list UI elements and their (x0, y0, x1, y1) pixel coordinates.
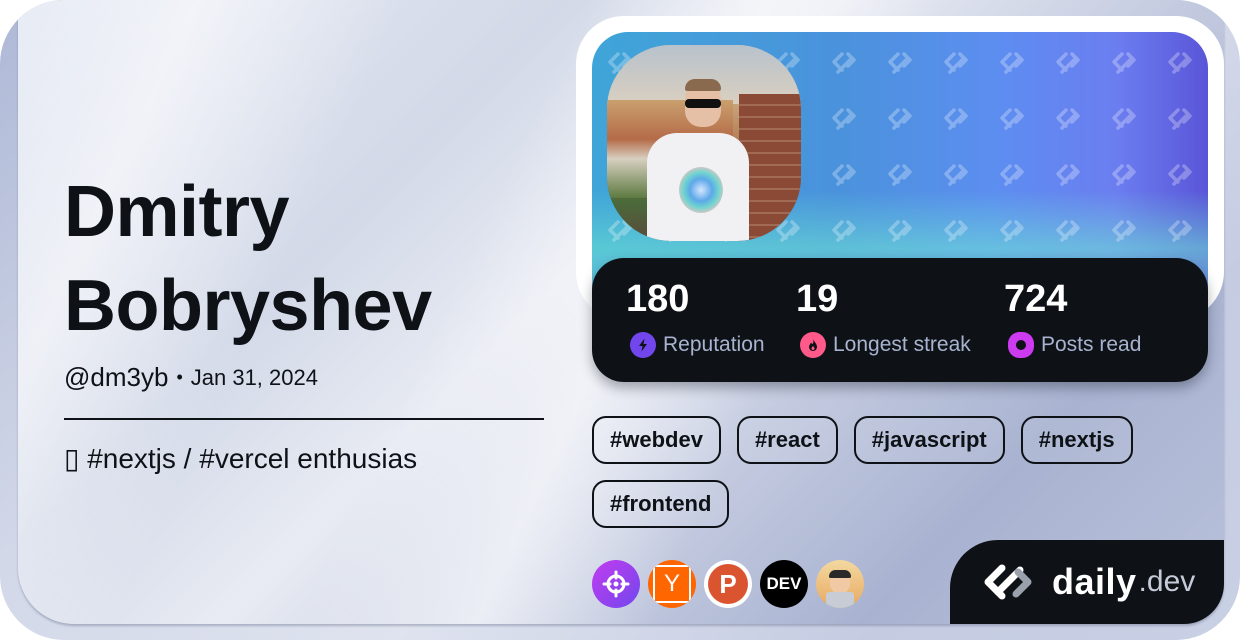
eye-icon (1008, 332, 1034, 358)
stat-value: 19 (796, 278, 839, 320)
flame-icon (800, 332, 826, 358)
username: @dm3yb (64, 362, 169, 392)
meta-separator: • (176, 367, 183, 387)
y-combinator-icon[interactable]: Y (648, 560, 696, 608)
brand-suffix: .dev (1138, 565, 1196, 598)
tag-frontend[interactable]: #frontend (592, 480, 730, 528)
tag-webdev[interactable]: #webdev (592, 416, 721, 464)
stat-label: Longest streak (833, 333, 971, 356)
stat-value: 180 (626, 278, 690, 320)
last-name: Bobryshev (64, 266, 432, 346)
first-name: Dmitry (64, 172, 290, 252)
product-hunt-icon[interactable]: P (704, 560, 752, 608)
tag-list: #webdev #react #javascript #nextjs #fron… (592, 416, 1192, 528)
tag-react[interactable]: #react (736, 416, 838, 464)
profile-meta: @dm3yb • Jan 31, 2024 (64, 362, 318, 393)
dev-to-icon[interactable]: DEV (760, 560, 808, 608)
brand-name: daily (1052, 561, 1137, 602)
daily-dev-logo-icon (984, 564, 1032, 600)
stats-panel: 180 Reputation 19 Longest streak 724 Pos… (592, 258, 1208, 382)
join-date: Jan 31, 2024 (190, 364, 318, 390)
daily-dev-logo: daily .dev (950, 540, 1224, 624)
tag-javascript[interactable]: #javascript (853, 416, 1005, 464)
stat-value: 724 (1004, 278, 1068, 320)
profile-name: Dmitry Bobryshev (64, 165, 564, 353)
profile-bio: ▯ #nextjs / #vercel enthusias (64, 443, 418, 474)
divider (64, 418, 544, 420)
avatar (607, 45, 801, 241)
stat-label: Posts read (1041, 333, 1142, 356)
source-list: Y P DEV (592, 560, 864, 608)
stat-label: Reputation (663, 333, 765, 356)
crosshair-icon[interactable] (592, 560, 640, 608)
memoji-avatar-icon[interactable] (816, 560, 864, 608)
tag-nextjs[interactable]: #nextjs (1020, 416, 1133, 464)
lightning-icon (630, 332, 656, 358)
